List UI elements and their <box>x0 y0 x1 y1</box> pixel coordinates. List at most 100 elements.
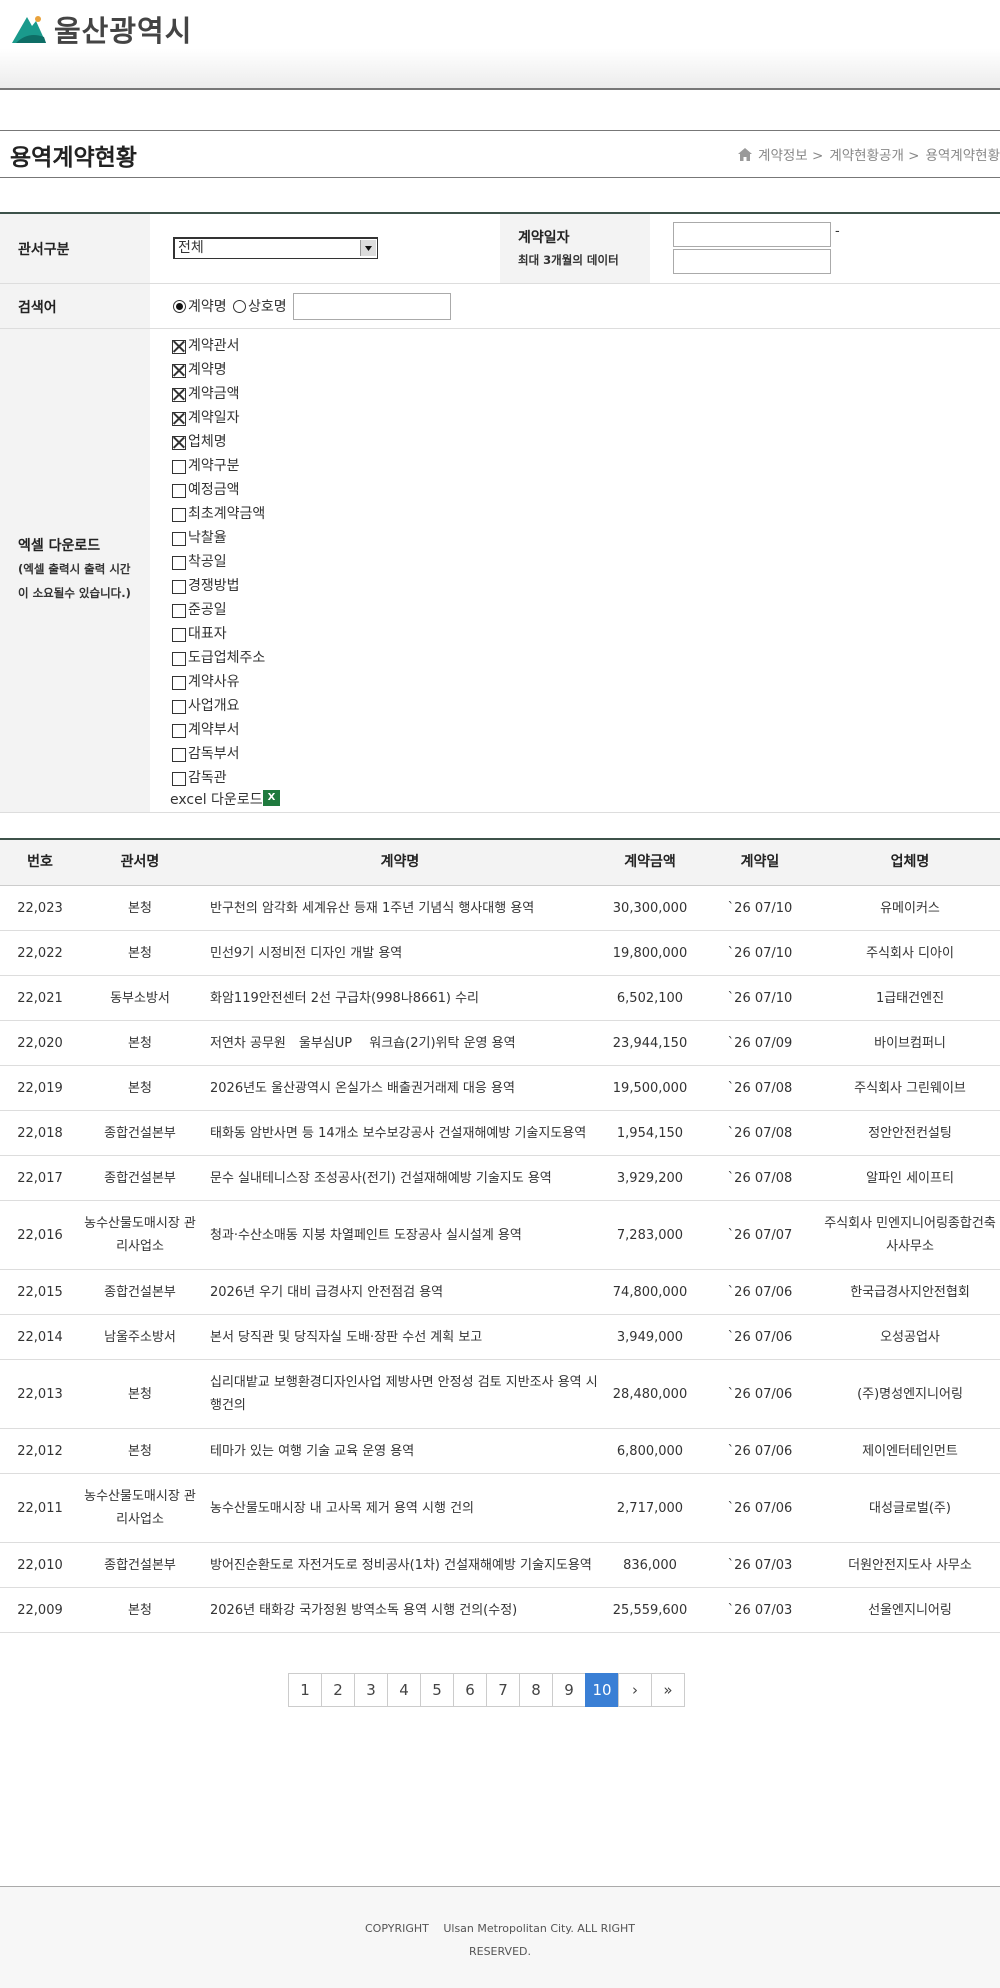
cell-title[interactable]: 테마가 있는 여행 기술 교육 운영 용역 <box>210 1429 600 1473</box>
cell-no: 22,015 <box>17 1284 63 1300</box>
page-button[interactable]: 2 <box>321 1673 355 1707</box>
cell-amount: 19,500,000 <box>612 1080 688 1096</box>
col-header-title: 계약명 <box>380 854 420 870</box>
table-body: 22,023 본청 반구천의 암각화 세계유산 등재 1주년 기념식 행사대행 용역… <box>0 886 1000 1633</box>
table-row[interactable]: 22,015 종합건설본부 2026년 우기 대비 급경사지 안전점검 용역 74,8… <box>0 1270 1000 1315</box>
table-row[interactable]: 22,017 종합건설본부 문수 실내테니스장 조성공사(전기) 건설재해예방 기술… <box>0 1156 1000 1201</box>
cell-title[interactable]: 십리대밭교 보행환경디자인사업 제방사면 안정성 검토 지반조사 용역 시행건의 <box>210 1360 600 1428</box>
cell-dept: 종합건설본부 <box>104 1557 176 1573</box>
cell-title[interactable]: 문수 실내테니스장 조성공사(전기) 건설재해예방 기술지도 용역 <box>210 1156 600 1200</box>
table-row[interactable]: 22,011 농수산물도매시장 관리사업소 농수산물도매시장 내 고사목 제거 용역… <box>0 1474 1000 1543</box>
cell-title[interactable]: 민선9기 시정비전 디자인 개발 용역 <box>210 931 600 975</box>
excel-download-link[interactable]: excel 다운로드 <box>170 789 263 809</box>
excel-column-checkbox[interactable] <box>172 724 186 738</box>
page-button[interactable]: 1 <box>288 1673 322 1707</box>
cell-title[interactable]: 2026년 우기 대비 급경사지 안전점검 용역 <box>210 1270 600 1314</box>
page-button[interactable]: 6 <box>453 1673 487 1707</box>
excel-column-checkbox[interactable] <box>172 676 186 690</box>
excel-column-checkbox[interactable] <box>172 484 186 498</box>
cell-title[interactable]: 방어진순환도로 자전거도로 정비공사(1차) 건설재해예방 기술지도용역 <box>210 1543 600 1587</box>
cell-title[interactable]: 저연차 공무원 울부심UP 워크숍(2기)위탁 운영 용역 <box>210 1021 600 1065</box>
table-row[interactable]: 22,019 본청 2026년도 울산광역시 온실가스 배출권거래제 대응 용역 19… <box>0 1066 1000 1111</box>
form-row-dept-date: 관서구분 전체 계약일자 최대 3개월의 데이터 - <box>0 214 1000 284</box>
excel-column-checkbox[interactable] <box>172 340 186 354</box>
excel-column-checkbox[interactable] <box>172 628 186 642</box>
cell-title[interactable]: 청과·수산소매동 지붕 차열페인트 도장공사 실시설계 용역 <box>210 1201 600 1269</box>
excel-column-checkbox[interactable] <box>172 508 186 522</box>
cell-title[interactable]: 화암119안전센터 2선 구급차(998나8661) 수리 <box>210 976 600 1020</box>
excel-column-checkbox[interactable] <box>172 556 186 570</box>
excel-column-checkbox[interactable] <box>172 364 186 378</box>
cell-no: 22,019 <box>17 1080 63 1096</box>
cell-title[interactable]: 반구천의 암각화 세계유산 등재 1주년 기념식 행사대행 용역 <box>210 886 600 930</box>
excel-column-checkbox[interactable] <box>172 604 186 618</box>
page-button[interactable]: 10 <box>585 1673 619 1707</box>
page-button[interactable]: 5 <box>420 1673 454 1707</box>
cell-amount: 3,949,000 <box>616 1329 684 1345</box>
page-button[interactable]: 4 <box>387 1673 421 1707</box>
cell-date: `26 07/10 <box>727 900 793 916</box>
next-page-button[interactable]: › <box>618 1673 652 1707</box>
home-icon[interactable] <box>738 147 753 161</box>
cell-dept: 남울주소방서 <box>104 1329 176 1345</box>
copyright-line1: COPYRIGHT Ulsan Metropolitan City. ALL R… <box>365 1922 635 1935</box>
radio-contract-name[interactable] <box>173 300 186 313</box>
table-row[interactable]: 22,020 본청 저연차 공무원 울부심UP 워크숍(2기)위탁 운영 용역 23,… <box>0 1021 1000 1066</box>
cell-dept: 농수산물도매시장 관리사업소 <box>84 1489 196 1527</box>
table-row[interactable]: 22,013 본청 십리대밭교 보행환경디자인사업 제방사면 안정성 검토 지반조사… <box>0 1360 1000 1429</box>
table-row[interactable]: 22,012 본청 테마가 있는 여행 기술 교육 운영 용역 6,800,000 `2… <box>0 1429 1000 1474</box>
excel-column-checkbox[interactable] <box>172 460 186 474</box>
page-title-bar: 용역계약현황 계약정보 > 계약현황공개 > 용역계약현황 <box>0 130 1000 178</box>
page-button[interactable]: 9 <box>552 1673 586 1707</box>
copyright-text: COPYRIGHT Ulsan Metropolitan City. ALL R… <box>0 1917 1000 1963</box>
excel-column-checkbox[interactable] <box>172 748 186 762</box>
table-row[interactable]: 22,014 남울주소방서 본서 당직관 및 당직자실 도배·장판 수선 계획 보고… <box>0 1315 1000 1360</box>
cell-amount: 3,929,200 <box>616 1170 684 1186</box>
cell-dept: 종합건설본부 <box>104 1125 176 1141</box>
table-row[interactable]: 22,022 본청 민선9기 시정비전 디자인 개발 용역 19,800,000 `26… <box>0 931 1000 976</box>
cell-title[interactable]: 태화동 암반사면 등 14개소 보수보강공사 건설재해예방 기술지도용역 <box>210 1111 600 1155</box>
table-row[interactable]: 22,023 본청 반구천의 암각화 세계유산 등재 1주년 기념식 행사대행 용역… <box>0 886 1000 931</box>
breadcrumb-item-contract-status[interactable]: 계약현황공개 > <box>829 144 919 164</box>
cell-no: 22,016 <box>17 1227 63 1243</box>
table-row[interactable]: 22,021 동부소방서 화암119안전센터 2선 구급차(998나8661) 수리… <box>0 976 1000 1021</box>
page-button[interactable]: 8 <box>519 1673 553 1707</box>
cell-no: 22,018 <box>17 1125 63 1141</box>
cell-date: `26 07/07 <box>727 1227 793 1243</box>
breadcrumb-item-contract-info[interactable]: 계약정보 > <box>758 144 823 164</box>
radio-company-name[interactable] <box>233 300 246 313</box>
breadcrumb-item-service-contract[interactable]: 용역계약현황 <box>925 144 1000 164</box>
site-logo[interactable]: 울산광역시 <box>10 8 192 50</box>
cell-no: 22,022 <box>17 945 63 961</box>
excel-column-label: 감독관 <box>188 770 227 786</box>
page-button[interactable]: 7 <box>486 1673 520 1707</box>
table-row[interactable]: 22,018 종합건설본부 태화동 암반사면 등 14개소 보수보강공사 건설재해예… <box>0 1111 1000 1156</box>
excel-column-checkbox[interactable] <box>172 772 186 786</box>
excel-column-checkbox[interactable] <box>172 532 186 546</box>
excel-file-icon[interactable]: X <box>263 790 280 806</box>
search-input[interactable] <box>293 293 451 320</box>
cell-title[interactable]: 농수산물도매시장 내 고사목 제거 용역 시행 건의 <box>210 1474 600 1542</box>
page-title: 용역계약현황 <box>10 145 137 171</box>
dept-select[interactable]: 전체 <box>173 237 378 259</box>
excel-column-checkbox[interactable] <box>172 700 186 714</box>
excel-column-checkbox[interactable] <box>172 652 186 666</box>
cell-title[interactable]: 본서 당직관 및 당직자실 도배·장판 수선 계획 보고 <box>210 1315 600 1359</box>
table-row[interactable]: 22,010 종합건설본부 방어진순환도로 자전거도로 정비공사(1차) 건설재해예… <box>0 1543 1000 1588</box>
cell-title[interactable]: 2026년도 울산광역시 온실가스 배출권거래제 대응 용역 <box>210 1066 600 1110</box>
excel-column-checkbox[interactable] <box>172 580 186 594</box>
page-button[interactable]: 3 <box>354 1673 388 1707</box>
radio-company-name-label: 상호명 <box>248 299 287 315</box>
last-page-button[interactable]: » <box>651 1673 685 1707</box>
logo-text: 울산광역시 <box>54 14 193 48</box>
date-end-input[interactable] <box>673 249 831 274</box>
contract-table: 번호 관서명 계약명 계약금액 계약일 업체명 22,023 본청 반구천의 암각화… <box>0 838 1000 1633</box>
excel-column-checkbox[interactable] <box>172 388 186 402</box>
cell-title[interactable]: 2026년 태화강 국가정원 방역소독 용역 시행 건의(수정) <box>210 1588 600 1632</box>
dropdown-arrow-icon[interactable] <box>360 240 376 256</box>
table-row[interactable]: 22,016 농수산물도매시장 관리사업소 청과·수산소매동 지붕 차열페인트 도장… <box>0 1201 1000 1270</box>
excel-column-checkbox[interactable] <box>172 412 186 426</box>
table-row[interactable]: 22,009 본청 2026년 태화강 국가정원 방역소독 용역 시행 건의(수정)… <box>0 1588 1000 1633</box>
date-start-input[interactable] <box>673 222 831 247</box>
excel-column-checkbox[interactable] <box>172 436 186 450</box>
